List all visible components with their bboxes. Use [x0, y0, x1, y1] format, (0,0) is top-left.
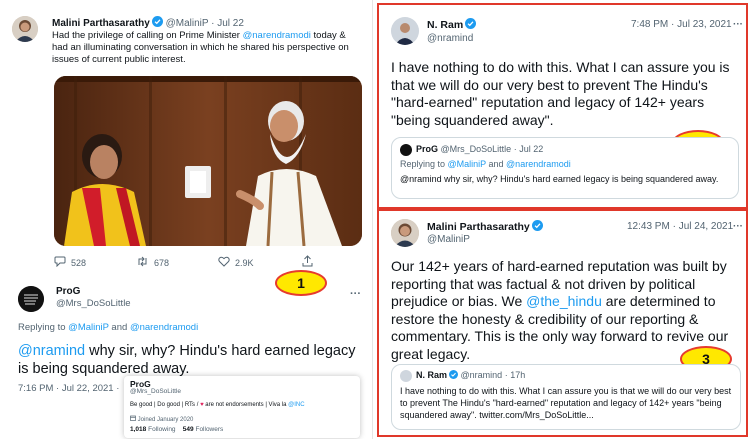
more-options-icon[interactable]: ··· [350, 288, 361, 300]
tweet-time[interactable]: 7:48 PM · Jul 23, 2021 [631, 19, 732, 30]
following-label: Following [148, 426, 176, 433]
tweet-panel-3: Malini Parthasarathy @MaliniP 12:43 PM ·… [377, 209, 748, 437]
author-handle[interactable]: @nramind [427, 33, 473, 44]
quoted-handle: @nramind [460, 370, 503, 380]
mention-link[interactable]: @the_hindu [526, 293, 602, 309]
bio-text: are not endorsements | Viva la [203, 402, 289, 408]
author-name[interactable]: Malini Parthasarathy [52, 18, 150, 29]
bio-text: Be good | Do good | RTs / [130, 402, 201, 408]
quoted-author-line: N. Ram @nramind · 17h [416, 370, 525, 381]
retweet-count: 678 [154, 257, 170, 268]
followers-link[interactable]: 549 Followers [183, 426, 223, 433]
quoted-handle: @Mrs_DoSoLittle [440, 144, 512, 154]
replying-user-link: @MaliniP [447, 159, 487, 169]
joined-date: Joined January 2020 [137, 417, 194, 423]
tweet-photo[interactable] [54, 76, 362, 246]
author-handle[interactable]: @MaliniP [166, 18, 209, 29]
quoted-tweet[interactable]: ProG @Mrs_DoSoLittle · Jul 22 Replying t… [391, 137, 739, 199]
replying-and: and [108, 322, 130, 333]
annotation-badge-1: 1 [275, 270, 327, 296]
tweet-panel-1: Malini Parthasarathy @MaliniP · Jul 22 H… [0, 0, 372, 439]
tweet-text-part: Had the privilege of calling on Prime Mi… [52, 30, 243, 41]
hovercard-counts: 1,018 Following 549 Followers [130, 426, 223, 433]
verified-badge-icon [449, 370, 459, 381]
replying-user-link[interactable]: @narendramodi [130, 322, 198, 333]
quoted-text: I have nothing to do with this. What I c… [400, 386, 732, 420]
mention-link[interactable]: @INC [288, 402, 304, 408]
verified-badge-icon [151, 16, 163, 30]
retweet-stat[interactable]: 678 [136, 256, 169, 269]
mention-link[interactable]: @narendramodi [243, 30, 311, 41]
reply-timestamp[interactable]: 7:16 PM · Jul 22, 2021 · [18, 383, 119, 394]
quoted-replying-line: Replying to @MaliniP and @narendramodi [400, 159, 571, 169]
verified-badge-icon [531, 220, 543, 234]
reply-count: 528 [71, 257, 87, 268]
replying-user-link[interactable]: @MaliniP [68, 322, 109, 333]
hovercard-handle[interactable]: @Mrs_DoSoLittle [130, 388, 181, 395]
like-stat[interactable]: 2.9K [218, 256, 254, 269]
quoted-date: · 17h [504, 370, 526, 380]
mention-link[interactable]: @nramind [18, 343, 85, 359]
following-link[interactable]: 1,018 Following [130, 426, 176, 433]
quoted-author-line: ProG @Mrs_DoSoLittle · Jul 22 [416, 144, 543, 154]
reply-stat[interactable]: 528 [54, 256, 86, 269]
author-name[interactable]: Malini Parthasarathy [427, 221, 530, 233]
quoted-text: @nramind why sir, why? Hindu's hard earn… [400, 174, 719, 184]
share-button[interactable] [302, 255, 313, 269]
replying-to-line: Replying to @MaliniP and @narendramodi [18, 322, 198, 333]
following-count: 1,018 [130, 426, 147, 433]
author-line: N. Ram [427, 18, 477, 32]
replying-prefix: Replying to [18, 322, 69, 333]
author-avatar[interactable] [391, 17, 419, 45]
author-avatar[interactable] [391, 219, 419, 247]
quoted-date: · Jul 22 [513, 144, 544, 154]
like-count: 2.9K [235, 257, 254, 268]
quoted-avatar [400, 144, 412, 156]
tweet-text: I have nothing to do with this. What I c… [391, 59, 730, 128]
replying-prefix: Replying to [400, 159, 448, 169]
calendar-icon [130, 415, 136, 423]
quoted-tweet[interactable]: N. Ram @nramind · 17h I have nothing to … [391, 364, 741, 430]
hovercard-bio: Be good | Do good | RTs / ♥ are not endo… [130, 402, 305, 408]
tweet-date[interactable]: · Jul 22 [211, 18, 244, 29]
followers-count: 549 [182, 426, 194, 433]
author-line: Malini Parthasarathy [427, 220, 543, 234]
more-options-icon[interactable]: ··· [733, 221, 743, 232]
reply-author-name[interactable]: ProG [56, 286, 80, 297]
retweet-icon [136, 256, 149, 269]
reply-text: @nramind why sir, why? Hindu's hard earn… [18, 342, 363, 378]
hovercard-joined: Joined January 2020 [130, 415, 193, 423]
verified-badge-icon [465, 18, 477, 32]
more-options-icon[interactable]: ··· [733, 19, 743, 30]
followers-label: Followers [195, 426, 224, 433]
replying-and: and [486, 159, 507, 169]
share-icon [302, 255, 313, 269]
quoted-name: ProG [416, 144, 439, 154]
like-icon [218, 256, 230, 269]
profile-hovercard: ProG @Mrs_DoSoLittle Be good | Do good |… [124, 376, 360, 438]
author-name[interactable]: N. Ram [427, 19, 463, 31]
panel-divider [372, 0, 373, 439]
quoted-name: N. Ram [416, 370, 448, 380]
quoted-avatar [400, 370, 412, 382]
author-avatar[interactable] [12, 16, 38, 42]
author-handle[interactable]: @MaliniP [427, 234, 470, 245]
reply-avatar[interactable] [18, 286, 44, 312]
tweet-time[interactable]: 12:43 PM · Jul 24, 2021 [627, 221, 733, 232]
author-line: Malini Parthasarathy @MaliniP · Jul 22 [52, 16, 244, 30]
reply-author-handle[interactable]: @Mrs_DoSoLittle [56, 298, 131, 309]
tweet-panel-2: N. Ram @nramind 7:48 PM · Jul 23, 2021 ·… [377, 3, 748, 209]
tweet-text: Had the privilege of calling on Prime Mi… [52, 30, 364, 66]
replying-user-link: @narendramodi [506, 159, 571, 169]
reply-icon [54, 256, 66, 269]
